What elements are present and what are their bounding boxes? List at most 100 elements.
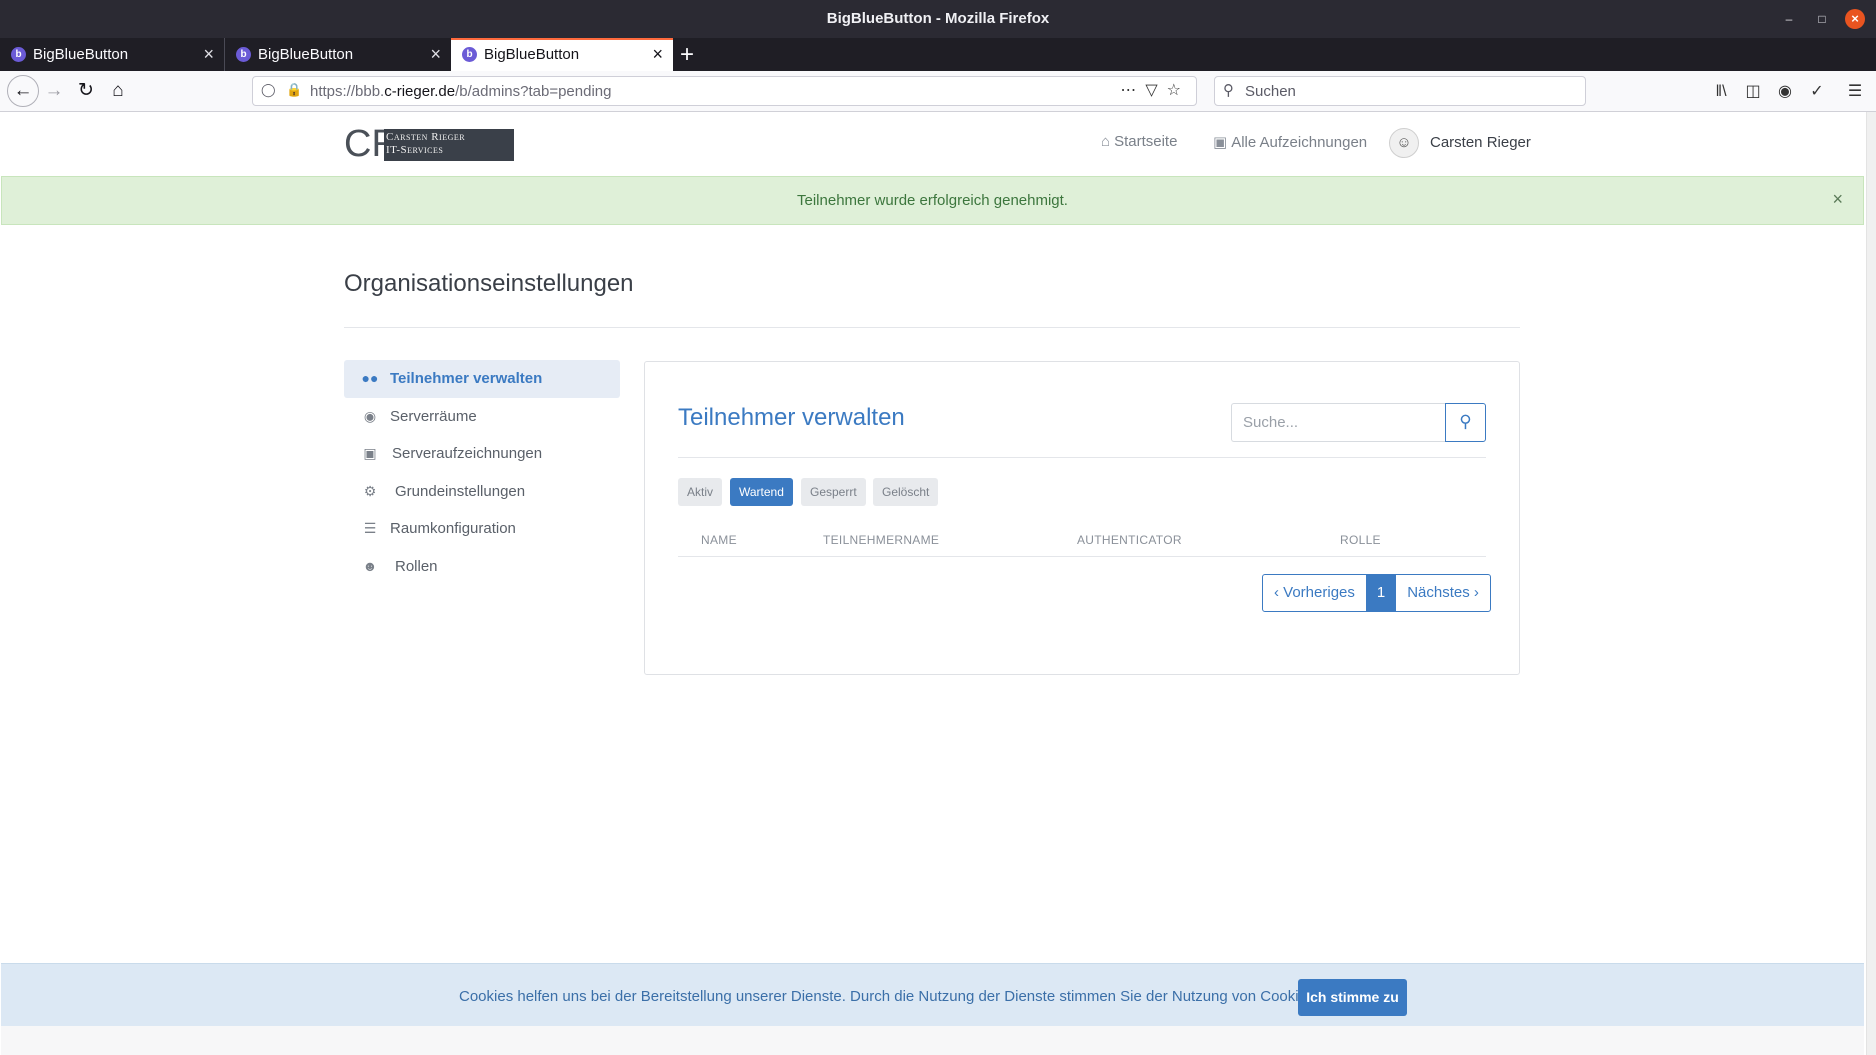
sidebar-icon[interactable]: ◫ [1737, 81, 1769, 101]
filter-gesperrt[interactable]: Gesperrt [801, 478, 866, 506]
close-flash-icon[interactable]: × [1832, 189, 1843, 210]
browser-tab-3-active[interactable]: b BigBlueButton × [451, 38, 673, 71]
close-window-button[interactable]: × [1845, 9, 1865, 29]
cogs-icon: ⚙ [363, 482, 377, 499]
user-cog-icon: ☻ [362, 557, 378, 574]
cookie-text: Cookies helfen uns bei der Bereitstellun… [459, 988, 1339, 1005]
search-bar[interactable]: ⚲ Suchen [1214, 76, 1586, 106]
filter-wartend[interactable]: Wartend [730, 478, 793, 506]
filter-aktiv[interactable]: Aktiv [678, 478, 723, 506]
library-icon[interactable]: ‖\ [1705, 83, 1737, 101]
bigbluebutton-favicon-icon: b [11, 47, 26, 62]
tab-close-icon[interactable]: × [430, 44, 441, 65]
table-header-divider [678, 556, 1486, 557]
nav-startseite-label: Startseite [1114, 133, 1178, 150]
bookmark-star-icon[interactable]: ☆ [1167, 82, 1190, 99]
browser-tab-1[interactable]: b BigBlueButton × [0, 38, 225, 71]
cookie-banner: Cookies helfen uns bei der Bereitstellun… [1, 963, 1864, 1026]
column-header-rolle: ROLLE [1340, 533, 1381, 547]
search-button[interactable]: ⚲ [1445, 403, 1486, 442]
manage-users-panel: Teilnehmer verwalten Suche... ⚲ Aktiv Wa… [644, 361, 1520, 675]
account-icon[interactable]: ◉ [1769, 81, 1801, 101]
tab-label: BigBlueButton [484, 46, 580, 63]
logo-line-2: IT-Services [386, 144, 444, 156]
sidebar-item-label: Grundeinstellungen [395, 482, 526, 500]
pagination-page-1[interactable]: 1 [1365, 575, 1397, 611]
pocket-icon[interactable]: ▽ [1145, 82, 1166, 99]
home-icon: ⌂ [1101, 133, 1111, 150]
pagination-next[interactable]: Nächstes › [1396, 575, 1490, 611]
video-icon: ▣ [363, 445, 377, 461]
column-header-teilnehmername: TEILNEHMERNAME [823, 533, 940, 547]
tab-close-icon[interactable]: × [203, 44, 214, 65]
tab-close-icon[interactable]: × [652, 44, 663, 65]
sidebar-item-serverraeume[interactable]: ◉ Serverräume [344, 398, 620, 436]
sidebar-item-label: Teilnehmer verwalten [390, 370, 543, 387]
title-divider [344, 327, 1520, 328]
sidebar-item-teilnehmer-verwalten[interactable]: ●● Teilnehmer verwalten [344, 360, 620, 398]
bigbluebutton-favicon-icon: b [462, 47, 477, 62]
url-actions: ⋯▽☆ [1120, 80, 1190, 100]
search-icon: ⚲ [1223, 82, 1234, 99]
page-footer-area [1, 1026, 1864, 1055]
home-icon[interactable]: ⌂ [106, 79, 130, 103]
user-avatar[interactable]: ☺ [1389, 128, 1419, 158]
sidebar-item-label: Serveraufzeichnungen [392, 445, 543, 462]
back-arrow-icon[interactable]: ← [7, 75, 39, 107]
nav-recordings-label: Alle Aufzeichnungen [1231, 134, 1368, 151]
logo-line-1: Carsten Rieger [386, 131, 466, 143]
url-text[interactable]: https://bbb.c-rieger.de/b/admins?tab=pen… [310, 83, 611, 100]
menu-hamburger-icon[interactable]: ☰ [1839, 81, 1871, 101]
maximize-button[interactable]: □ [1812, 9, 1832, 29]
bigbluebutton-favicon-icon: b [236, 47, 251, 62]
url-bar[interactable]: ◯ 🔒 https://bbb.c-rieger.de/b/admins?tab… [252, 76, 1197, 106]
sidebar-item-label: Raumkonfiguration [390, 520, 516, 537]
column-header-name: NAME [701, 533, 737, 547]
user-name[interactable]: Carsten Rieger [1430, 134, 1531, 151]
sidebar-item-grundeinstellungen[interactable]: ⚙ Grundeinstellungen [344, 473, 620, 511]
page-actions-icon[interactable]: ⋯ [1120, 82, 1145, 99]
sidebar-item-raumkonfiguration[interactable]: ☰ Raumkonfiguration [344, 510, 620, 548]
users-icon: ●● [361, 370, 379, 386]
tracking-shield-icon[interactable]: ◯ [261, 82, 276, 98]
browser-tab-2[interactable]: b BigBlueButton × [225, 38, 451, 71]
admin-sidebar: ●● Teilnehmer verwalten ◉ Serverräume ▣ … [344, 360, 620, 585]
window-title: BigBlueButton - Mozilla Firefox [826, 10, 1050, 27]
forward-arrow-icon[interactable]: → [42, 79, 66, 103]
column-header-authenticator: AUTHENTICATOR [1077, 533, 1182, 547]
minimize-button[interactable]: – [1779, 9, 1799, 29]
filter-geloescht[interactable]: Gelöscht [873, 478, 939, 506]
sidebar-item-serveraufzeichnungen[interactable]: ▣ Serveraufzeichnungen [344, 435, 620, 473]
lock-icon[interactable]: 🔒 [286, 82, 302, 98]
success-flash-message: Teilnehmer wurde erfolgreich genehmigt. … [1, 176, 1864, 225]
tab-label: BigBlueButton [258, 46, 354, 63]
search-placeholder: Suche... [1243, 414, 1299, 431]
window-titlebar: BigBlueButton - Mozilla Firefox – □ × [0, 0, 1876, 38]
new-tab-plus-icon[interactable]: + [680, 41, 694, 69]
cookie-accept-button[interactable]: Ich stimme zu [1298, 979, 1407, 1016]
pagination-previous[interactable]: ‹ Vorheriges [1263, 575, 1366, 611]
sliders-icon: ☰ [363, 520, 377, 536]
logo-wordmark: Carsten Rieger IT-Services [384, 129, 514, 161]
user-search-input[interactable]: Suche... [1231, 403, 1445, 442]
toolbar-icons: ‖\ ◫ ◉ ✓ ☰ [1705, 81, 1871, 101]
flash-message-text: Teilnehmer wurde erfolgreich genehmigt. [797, 192, 1068, 209]
page-scrollbar[interactable] [1866, 112, 1876, 1055]
video-camera-icon: ▣ [1213, 134, 1228, 151]
tab-label: BigBlueButton [33, 46, 129, 63]
binoculars-icon: ◉ [363, 407, 377, 424]
panel-divider [678, 457, 1486, 458]
sidebar-item-rollen[interactable]: ☻ Rollen [344, 548, 620, 586]
nav-startseite-link[interactable]: ⌂ Startseite [1101, 133, 1177, 150]
navigation-toolbar: ← → ↻ ⌂ ◯ 🔒 https://bbb.c-rieger.de/b/ad… [0, 71, 1876, 112]
tab-bar: b BigBlueButton × b BigBlueButton × b Bi… [0, 38, 1876, 71]
search-icon: ⚲ [1459, 412, 1472, 431]
nav-recordings-link[interactable]: ▣ Alle Aufzeichnungen [1213, 133, 1367, 151]
panel-title: Teilnehmer verwalten [678, 404, 905, 431]
reload-icon[interactable]: ↻ [74, 79, 98, 103]
page-title: Organisationseinstellungen [344, 270, 634, 297]
sidebar-item-label: Rollen [395, 557, 438, 575]
extension-icon[interactable]: ✓ [1801, 81, 1833, 101]
search-placeholder: Suchen [1245, 83, 1296, 100]
sidebar-item-label: Serverräume [390, 407, 477, 425]
